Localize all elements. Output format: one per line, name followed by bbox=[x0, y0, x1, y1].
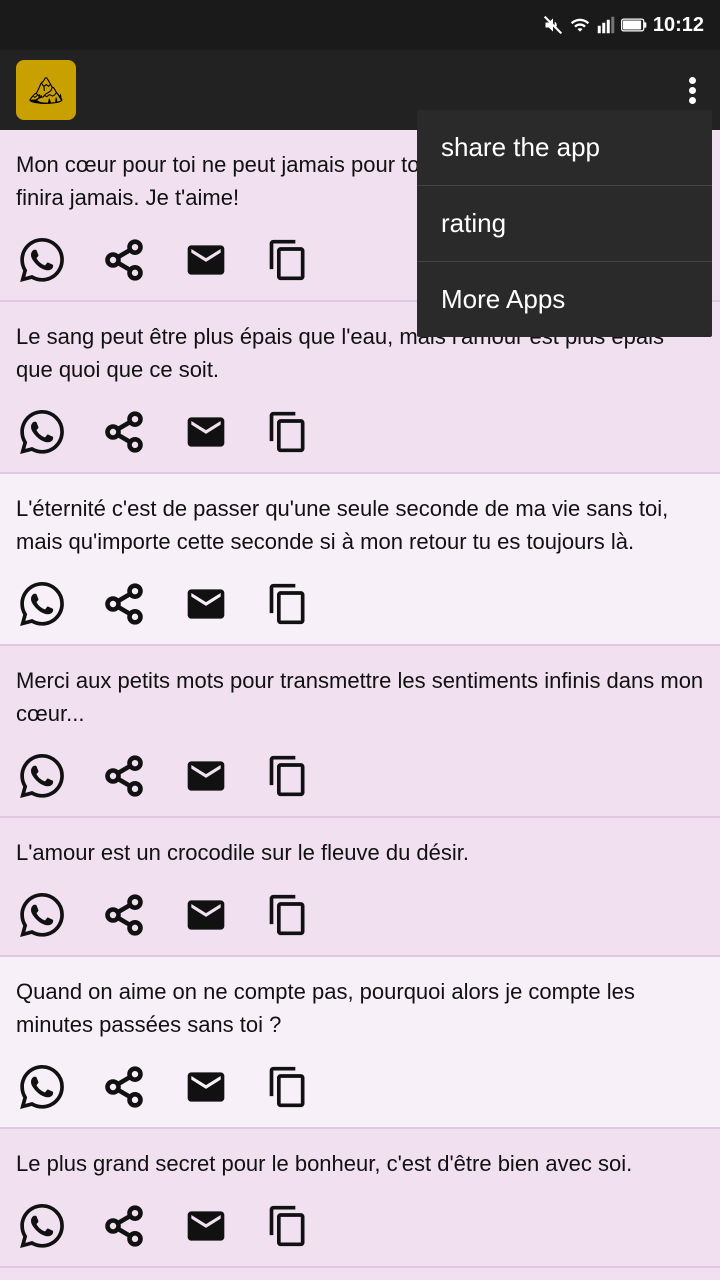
email-button-1[interactable] bbox=[180, 234, 232, 286]
copy-button-4[interactable] bbox=[262, 750, 314, 802]
status-icons: 10:12 bbox=[543, 14, 704, 37]
email-button-4[interactable] bbox=[180, 750, 232, 802]
whatsapp-button-4[interactable] bbox=[16, 750, 68, 802]
email-button-7[interactable] bbox=[180, 1200, 232, 1252]
action-icons-2 bbox=[16, 398, 704, 462]
whatsapp-button-1[interactable] bbox=[16, 234, 68, 286]
menu-item-rating[interactable]: rating bbox=[417, 186, 712, 262]
action-icons-5 bbox=[16, 881, 704, 945]
email-button-5[interactable] bbox=[180, 889, 232, 941]
share-button-6[interactable] bbox=[98, 1061, 150, 1113]
email-button-6[interactable] bbox=[180, 1061, 232, 1113]
quote-card-7: Le plus grand secret pour le bonheur, c'… bbox=[0, 1129, 720, 1268]
copy-button-6[interactable] bbox=[262, 1061, 314, 1113]
copy-button-7[interactable] bbox=[262, 1200, 314, 1252]
email-button-2[interactable] bbox=[180, 406, 232, 458]
menu-item-share[interactable]: share the app bbox=[417, 110, 712, 186]
whatsapp-button-7[interactable] bbox=[16, 1200, 68, 1252]
share-button-5[interactable] bbox=[98, 889, 150, 941]
quote-text-4: Merci aux petits mots pour transmettre l… bbox=[16, 664, 704, 730]
time-display: 10:12 bbox=[653, 14, 704, 37]
action-icons-4 bbox=[16, 742, 704, 806]
quote-text-3: L'éternité c'est de passer qu'une seule … bbox=[16, 492, 704, 558]
mute-icon bbox=[543, 15, 563, 35]
action-icons-6 bbox=[16, 1053, 704, 1117]
share-button-4[interactable] bbox=[98, 750, 150, 802]
dropdown-menu: share the app rating More Apps bbox=[417, 110, 712, 337]
action-icons-7 bbox=[16, 1192, 704, 1256]
share-button-7[interactable] bbox=[98, 1200, 150, 1252]
whatsapp-button-5[interactable] bbox=[16, 889, 68, 941]
quote-text-5: L'amour est un crocodile sur le fleuve d… bbox=[16, 836, 704, 869]
action-icons-3 bbox=[16, 570, 704, 634]
menu-button[interactable] bbox=[681, 69, 704, 112]
quote-text-7: Le plus grand secret pour le bonheur, c'… bbox=[16, 1147, 704, 1180]
copy-button-5[interactable] bbox=[262, 889, 314, 941]
signal-icon bbox=[597, 15, 615, 35]
share-button-3[interactable] bbox=[98, 578, 150, 630]
wifi-icon bbox=[569, 15, 591, 35]
copy-button-1[interactable] bbox=[262, 234, 314, 286]
whatsapp-button-3[interactable] bbox=[16, 578, 68, 630]
quote-text-6: Quand on aime on ne compte pas, pourquoi… bbox=[16, 975, 704, 1041]
share-button-2[interactable] bbox=[98, 406, 150, 458]
quote-card-5: L'amour est un crocodile sur le fleuve d… bbox=[0, 818, 720, 957]
whatsapp-button-6[interactable] bbox=[16, 1061, 68, 1113]
whatsapp-button-2[interactable] bbox=[16, 406, 68, 458]
quote-card-4: Merci aux petits mots pour transmettre l… bbox=[0, 646, 720, 818]
app-logo: 🏔 bbox=[16, 60, 76, 120]
quote-card-3: L'éternité c'est de passer qu'une seule … bbox=[0, 474, 720, 646]
copy-button-3[interactable] bbox=[262, 578, 314, 630]
status-bar: 10:12 bbox=[0, 0, 720, 50]
battery-icon bbox=[621, 15, 647, 35]
email-button-3[interactable] bbox=[180, 578, 232, 630]
menu-item-more-apps[interactable]: More Apps bbox=[417, 262, 712, 337]
app-bar-right bbox=[681, 69, 704, 112]
copy-button-2[interactable] bbox=[262, 406, 314, 458]
quote-card-6: Quand on aime on ne compte pas, pourquoi… bbox=[0, 957, 720, 1129]
share-button-1[interactable] bbox=[98, 234, 150, 286]
